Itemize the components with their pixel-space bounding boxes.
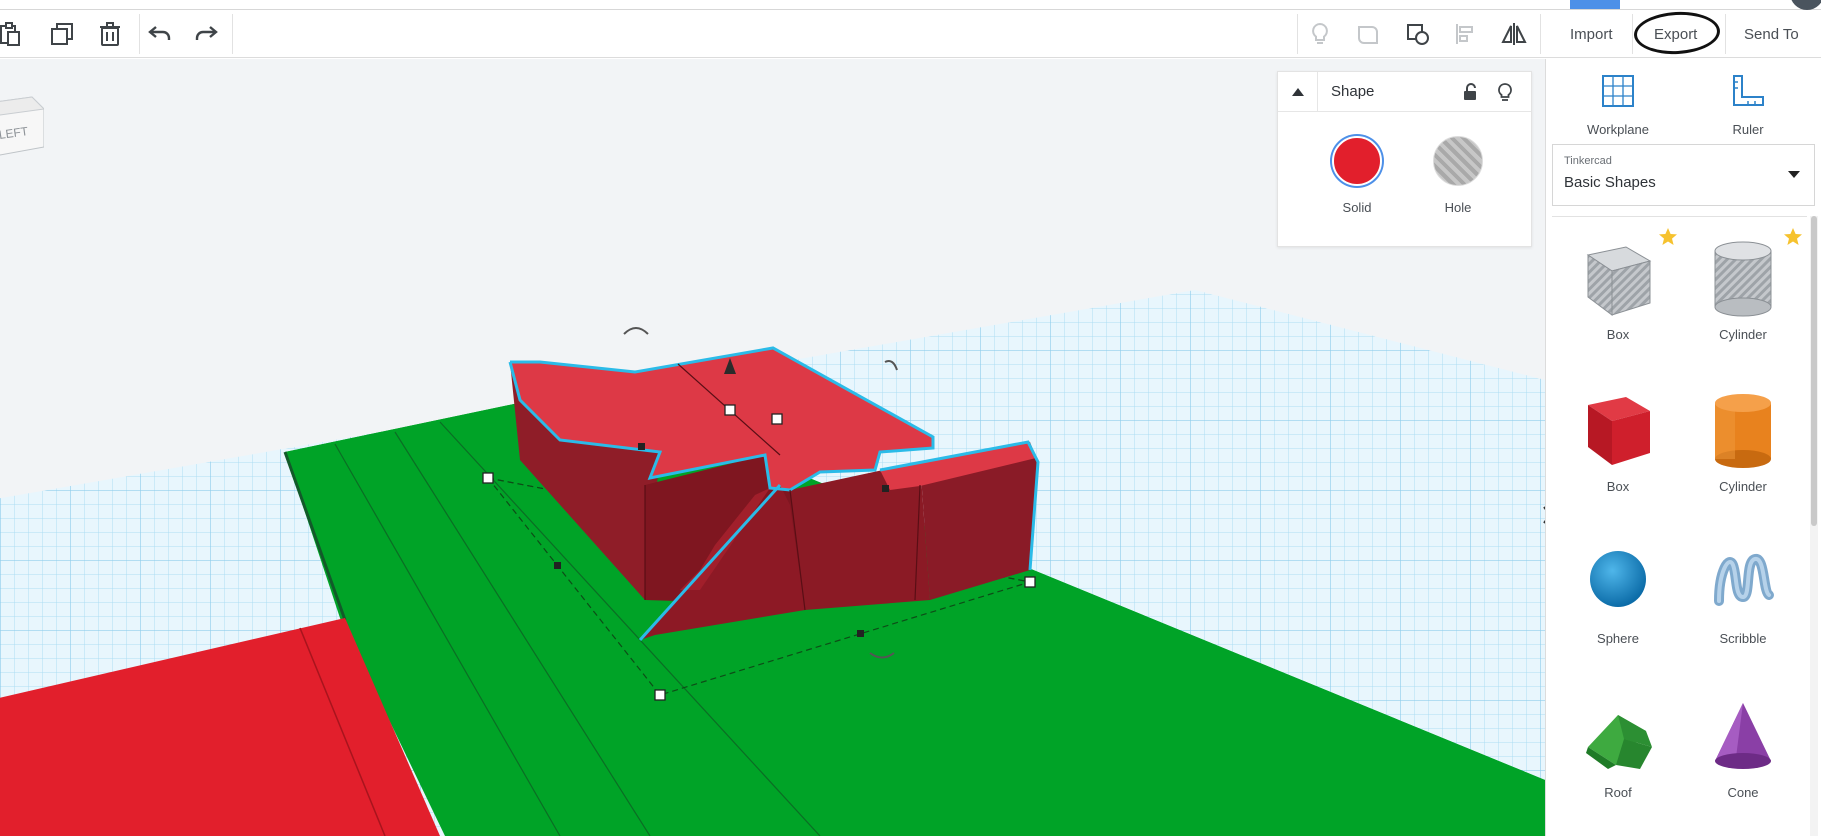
- shape-item-box-hole[interactable]: Box: [1558, 217, 1678, 362]
- shape-item-label: Cylinder: [1719, 327, 1767, 342]
- shape-item-box[interactable]: Box: [1558, 369, 1678, 514]
- toolbar-divider: [1297, 14, 1298, 54]
- library-category: Tinkercad: [1564, 155, 1612, 167]
- mirror-button[interactable]: [1496, 16, 1532, 52]
- group-icon: [1358, 26, 1378, 44]
- collapse-panel-button[interactable]: [1278, 72, 1318, 112]
- import-button[interactable]: Import: [1556, 18, 1627, 50]
- ungroup-button[interactable]: [1400, 16, 1436, 52]
- shape-item-roof[interactable]: Roof: [1558, 675, 1678, 820]
- cylinder-hole-icon: [1714, 241, 1772, 317]
- library-name: Basic Shapes: [1564, 174, 1656, 191]
- paste-button[interactable]: [0, 16, 28, 52]
- lightbulb-icon: [1312, 22, 1328, 44]
- workplane-label[interactable]: Workplane: [1568, 122, 1668, 137]
- shape-library-grid: Box Cylinder Box Cylinder Sphere Scribbl…: [1552, 216, 1807, 836]
- shape-item-label: Box: [1606, 479, 1630, 494]
- midpoint-handle[interactable]: [554, 562, 561, 569]
- main-toolbar: Import Export Send To: [0, 10, 1821, 58]
- midpoint-handle[interactable]: [882, 485, 889, 492]
- send-to-button[interactable]: Send To: [1730, 18, 1813, 50]
- undo-button[interactable]: [142, 16, 178, 52]
- shape-inspector-header: Shape: [1278, 72, 1531, 112]
- favorite-star-icon[interactable]: [1783, 227, 1803, 247]
- shape-inspector-title: Shape: [1331, 83, 1375, 100]
- show-all-button[interactable]: [1302, 16, 1338, 52]
- delete-button[interactable]: [92, 16, 128, 52]
- undo-icon: [148, 26, 171, 40]
- resize-handle[interactable]: [1024, 576, 1036, 588]
- shape-item-label: Box: [1606, 327, 1630, 342]
- solid-label[interactable]: Solid: [1317, 200, 1397, 215]
- mirror-icon: [1501, 23, 1527, 45]
- shape-item-cone[interactable]: Cone: [1683, 675, 1803, 820]
- favorite-star-icon[interactable]: [1658, 227, 1678, 247]
- duplicate-button[interactable]: [44, 16, 80, 52]
- view-cube[interactable]: LEFT: [0, 87, 46, 157]
- ruler-icon: [1733, 75, 1764, 106]
- redo-button[interactable]: [188, 16, 224, 52]
- resize-handle[interactable]: [724, 404, 736, 416]
- resize-handle[interactable]: [482, 472, 494, 484]
- shape-item-sphere[interactable]: Sphere: [1558, 521, 1678, 666]
- ruler-tool[interactable]: Ruler: [1698, 69, 1798, 139]
- library-scrollbar[interactable]: [1810, 216, 1818, 836]
- shape-library-select[interactable]: Tinkercad Basic Shapes: [1552, 144, 1815, 206]
- redo-icon: [195, 26, 218, 40]
- shape-item-label: Cylinder: [1719, 479, 1767, 494]
- workplane-tool[interactable]: Workplane: [1568, 69, 1668, 139]
- shape-item-label: Scribble: [1719, 631, 1767, 646]
- shape-item-label: Roof: [1604, 785, 1632, 800]
- midpoint-handle[interactable]: [857, 630, 864, 637]
- toolbar-divider: [232, 14, 233, 54]
- resize-handle[interactable]: [654, 689, 666, 701]
- hide-button[interactable]: [1495, 82, 1515, 102]
- hole-label[interactable]: Hole: [1418, 200, 1498, 215]
- workplane-icon: [1602, 75, 1634, 107]
- caret-down-icon: [1788, 171, 1800, 178]
- export-button[interactable]: Export: [1640, 18, 1711, 50]
- shape-item-label: Sphere: [1597, 631, 1639, 646]
- toolbar-divider: [139, 14, 140, 54]
- hole-swatch[interactable]: [1433, 136, 1483, 186]
- toolbar-divider: [1540, 14, 1541, 54]
- box-hole-icon: [1586, 246, 1652, 316]
- rotate-handle-icon[interactable]: [623, 327, 649, 335]
- 3d-workspace[interactable]: LEFT Shape Solid Hole: [0, 59, 1545, 836]
- box-red-icon: [1588, 397, 1650, 465]
- align-button[interactable]: [1448, 16, 1484, 52]
- align-icon: [1456, 24, 1473, 44]
- scribble-icon: [1714, 554, 1774, 606]
- shape-item-cylinder[interactable]: Cylinder: [1683, 369, 1803, 514]
- shape-item-scribble[interactable]: Scribble: [1683, 521, 1803, 666]
- shape-item-label: Cone: [1727, 785, 1759, 800]
- active-tab-indicator[interactable]: [1570, 0, 1620, 9]
- trash-icon: [100, 22, 120, 46]
- toolbar-divider: [1725, 14, 1726, 54]
- top-strip: [0, 0, 1821, 10]
- solid-color-swatch[interactable]: [1332, 136, 1382, 186]
- right-sidebar: Workplane Ruler Tinkercad Basic Shapes B…: [1545, 59, 1821, 836]
- group-button[interactable]: [1350, 16, 1386, 52]
- paste-icon: [0, 22, 20, 46]
- avatar[interactable]: [1790, 0, 1821, 10]
- midpoint-handle[interactable]: [638, 443, 645, 450]
- scrollbar-thumb[interactable]: [1811, 216, 1817, 526]
- toolbar-divider: [1632, 14, 1633, 54]
- sphere-blue-icon: [1590, 551, 1646, 607]
- shape-item-cylinder-hole[interactable]: Cylinder: [1683, 217, 1803, 362]
- cylinder-orange-icon: [1715, 394, 1771, 468]
- cone-purple-icon: [1715, 703, 1771, 769]
- tinkercad-app: Import Export Send To LEFT Shape Solid H…: [0, 0, 1821, 836]
- ruler-label[interactable]: Ruler: [1698, 122, 1798, 137]
- duplicate-icon: [51, 23, 73, 45]
- resize-handle[interactable]: [771, 413, 783, 425]
- lightbulb-icon: [1498, 83, 1512, 101]
- unlock-icon: [1464, 83, 1476, 100]
- shape-inspector: Shape Solid Hole: [1277, 71, 1532, 247]
- lock-button[interactable]: [1460, 82, 1480, 102]
- ungroup-icon: [1407, 24, 1429, 45]
- roof-green-icon: [1586, 715, 1652, 769]
- caret-up-icon: [1291, 88, 1304, 96]
